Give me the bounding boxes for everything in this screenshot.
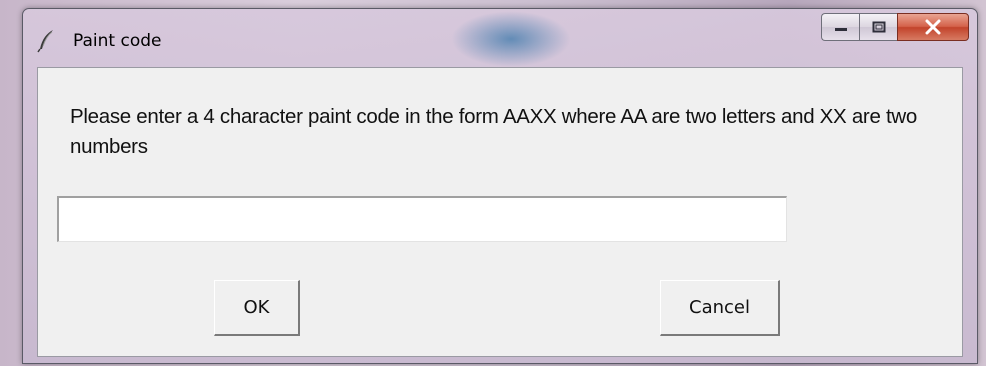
feather-icon: [37, 29, 57, 53]
close-button[interactable]: [897, 13, 969, 41]
cancel-button[interactable]: Cancel: [660, 280, 780, 336]
maximize-icon: [872, 21, 885, 33]
caption-buttons: [821, 13, 969, 43]
title-bar-glass: [451, 11, 571, 67]
minimize-icon: [834, 28, 847, 31]
dialog-window: Paint code Please enter a 4 character pa…: [22, 8, 978, 364]
paint-code-input[interactable]: [57, 196, 787, 242]
minimize-button[interactable]: [821, 13, 859, 41]
title-bar[interactable]: Paint code: [23, 9, 977, 67]
window-title: Paint code: [73, 31, 162, 51]
prompt-message: Please enter a 4 character paint code in…: [70, 105, 917, 158]
maximize-button[interactable]: [859, 13, 897, 41]
dialog-body: Please enter a 4 character paint code in…: [37, 67, 963, 357]
ok-button[interactable]: OK: [214, 280, 300, 336]
close-icon: [925, 19, 941, 35]
